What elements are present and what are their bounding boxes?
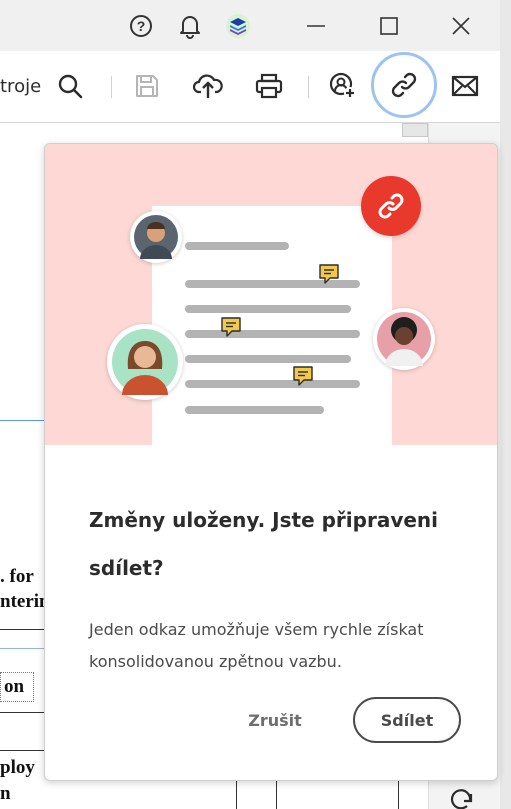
print-icon[interactable]	[251, 68, 287, 104]
close-icon[interactable]	[443, 8, 479, 44]
app-layers-icon[interactable]	[220, 8, 256, 44]
popover-title: Změny uloženy. Jste připraveni sdílet?	[89, 508, 439, 580]
add-user-icon[interactable]	[325, 68, 361, 104]
link-badge-icon	[361, 176, 421, 236]
text-line	[185, 305, 351, 313]
rotate-icon[interactable]	[450, 788, 474, 809]
text-line	[185, 330, 360, 338]
maximize-icon[interactable]	[371, 8, 407, 44]
document-text: n	[0, 783, 11, 804]
document-rule	[0, 712, 44, 713]
mail-icon[interactable]	[447, 68, 483, 104]
document-text: on	[4, 676, 25, 697]
text-line	[185, 380, 360, 388]
document-rule	[0, 420, 45, 421]
scrollbar-thumb[interactable]	[402, 123, 428, 137]
document-rule	[0, 750, 44, 751]
avatar	[107, 324, 183, 400]
svg-text:?: ?	[137, 18, 146, 34]
text-line	[185, 242, 289, 250]
popover-body: Jeden odkaz umožňuje všem rychle získat …	[89, 620, 424, 671]
document-text: ploy	[0, 757, 35, 778]
text-line	[185, 355, 351, 363]
bell-icon[interactable]	[172, 8, 208, 44]
tools-label[interactable]: troje	[0, 76, 41, 97]
avatar	[130, 211, 182, 263]
document-rule	[398, 781, 399, 809]
minimize-icon[interactable]	[298, 8, 334, 44]
share-popover: Změny uloženy. Jste připraveni sdílet? J…	[44, 143, 498, 781]
document-text: . for	[0, 566, 34, 587]
comment-icon	[292, 365, 314, 392]
text-line	[185, 406, 324, 414]
avatar	[373, 308, 435, 370]
title-bar: ?	[0, 0, 511, 51]
share-illustration	[45, 144, 497, 445]
toolbar-divider	[308, 76, 309, 98]
comment-icon	[220, 316, 242, 343]
document-rule	[0, 629, 44, 630]
document-text: nterin	[0, 591, 50, 612]
help-icon[interactable]: ?	[123, 8, 159, 44]
toolbar-divider	[111, 76, 112, 98]
cloud-upload-icon[interactable]	[190, 68, 226, 104]
document-rule	[0, 648, 44, 649]
window-frame	[500, 0, 511, 809]
comment-icon	[318, 263, 340, 290]
search-icon[interactable]	[52, 68, 88, 104]
document-rule	[276, 781, 277, 809]
document-rule	[236, 781, 237, 809]
document-illustration	[152, 206, 392, 445]
link-icon[interactable]	[371, 52, 437, 118]
share-button[interactable]: Sdílet	[353, 697, 461, 743]
save-icon[interactable]	[129, 68, 165, 104]
cancel-button[interactable]: Zrušit	[235, 700, 315, 740]
